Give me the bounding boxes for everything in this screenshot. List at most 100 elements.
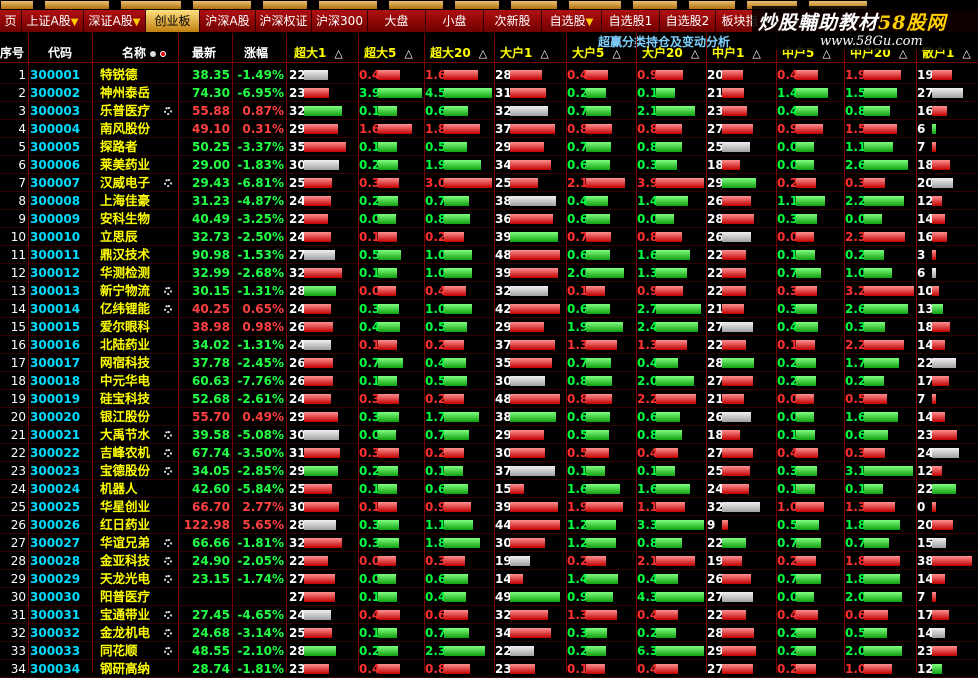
- gear-icon[interactable]: [164, 449, 172, 457]
- toolbar-button[interactable]: [568, 0, 622, 10]
- metric-bar: [586, 574, 618, 584]
- table-row[interactable]: 29300029天龙光电23.15-1.74%270.00.6141.40.42…: [0, 570, 978, 588]
- table-row[interactable]: 28300028金亚科技24.90-2.05%220.00.3190.22.11…: [0, 552, 978, 570]
- col-header-4[interactable]: 大户1△: [500, 43, 566, 63]
- sort-triangle-icon[interactable]: △: [334, 47, 342, 60]
- table-row[interactable]: 14300014亿纬锂能40.250.65%240.31.0420.62.721…: [0, 300, 978, 318]
- tab-4[interactable]: 创业板: [146, 10, 200, 32]
- sort-triangle-icon[interactable]: △: [404, 47, 412, 60]
- metric-bar: [722, 268, 746, 278]
- table-row[interactable]: 17300017网宿科技37.78-2.45%260.70.4350.70.42…: [0, 354, 978, 372]
- metric-cell-6: 2.0: [636, 372, 706, 390]
- table-row[interactable]: 4300004南风股份49.100.31%291.61.8370.80.8270…: [0, 120, 978, 138]
- col-header-5[interactable]: 大户5△: [572, 43, 636, 63]
- col-header-pct[interactable]: 涨幅: [244, 43, 284, 63]
- table-row[interactable]: 1300001特锐德38.35-1.49%220.41.6280.40.9200…: [0, 66, 978, 84]
- sort-triangle-icon[interactable]: △: [479, 47, 487, 60]
- table-row[interactable]: 20300020银江股份55.700.49%290.31.7380.60.626…: [0, 408, 978, 426]
- tab-5[interactable]: 沪深A股: [200, 10, 256, 32]
- dropdown-arrow-icon[interactable]: ▼: [586, 17, 594, 28]
- table-row[interactable]: 3300003乐普医疗55.880.87%320.10.6320.72.1230…: [0, 102, 978, 120]
- sort-triangle-icon[interactable]: △: [691, 47, 699, 60]
- tab-13[interactable]: 自选股2: [660, 10, 716, 32]
- col-header-6[interactable]: 大户20△: [642, 43, 706, 63]
- toolbar-button[interactable]: [192, 0, 252, 10]
- table-row[interactable]: 6300006莱美药业29.00-1.83%300.21.9340.60.318…: [0, 156, 978, 174]
- table-row[interactable]: 10300010立思辰32.73-2.50%240.10.2390.70.826…: [0, 228, 978, 246]
- table-row[interactable]: 18300018中元华电60.63-7.76%260.10.5300.82.02…: [0, 372, 978, 390]
- table-row[interactable]: 26300026红日药业122.985.65%280.31.1441.23.39…: [0, 516, 978, 534]
- table-row[interactable]: 30300030阳普医疗270.10.4490.94.3270.02.07: [0, 588, 978, 606]
- tab-8[interactable]: 大盘: [368, 10, 426, 32]
- col-header-1[interactable]: 超大1△: [294, 43, 358, 63]
- gear-icon[interactable]: [164, 467, 172, 475]
- tab-1[interactable]: 页: [0, 10, 22, 32]
- table-row[interactable]: 9300009安科生物40.49-3.25%220.00.8360.60.028…: [0, 210, 978, 228]
- sort-triangle-icon[interactable]: △: [612, 47, 620, 60]
- table-row[interactable]: 22300022吉峰农机67.74-3.50%310.30.2300.50.42…: [0, 444, 978, 462]
- table-row[interactable]: 8300008上海佳豪31.23-4.87%240.20.7380.41.426…: [0, 192, 978, 210]
- table-row[interactable]: 31300031宝通带业27.45-4.65%240.40.6321.30.42…: [0, 606, 978, 624]
- table-row[interactable]: 13300013新宁物流30.15-1.31%280.00.4320.10.92…: [0, 282, 978, 300]
- col-header-price[interactable]: 最新: [192, 43, 232, 63]
- col-header-code[interactable]: 代码: [48, 43, 88, 63]
- table-row[interactable]: 16300016北陆药业34.02-1.31%240.10.2371.31.32…: [0, 336, 978, 354]
- col-header-3[interactable]: 超大20△: [430, 43, 494, 63]
- table-row[interactable]: 15300015爱尔眼科38.980.98%260.40.5291.92.427…: [0, 318, 978, 336]
- table-row[interactable]: 27300027华谊兄弟66.66-1.81%320.31.8301.20.82…: [0, 534, 978, 552]
- tab-9[interactable]: 小盘: [426, 10, 484, 32]
- tab-2[interactable]: 上证A股▼: [22, 10, 84, 32]
- metric-cell-2: 0.3: [358, 516, 424, 534]
- tab-6[interactable]: 沪深权证: [256, 10, 312, 32]
- toolbar-button[interactable]: [454, 0, 500, 10]
- toolbar-button[interactable]: [0, 0, 34, 10]
- dropdown-arrow-icon[interactable]: ▼: [133, 17, 141, 28]
- table-row[interactable]: 19300019硅宝科技52.68-2.61%240.30.2480.82.22…: [0, 390, 978, 408]
- toolbar-button[interactable]: [510, 0, 558, 10]
- toolbar-button[interactable]: [688, 0, 736, 10]
- toolbar-button[interactable]: [262, 0, 308, 10]
- table-row[interactable]: 12300012华测检测32.99-2.68%320.11.0392.01.32…: [0, 264, 978, 282]
- gear-icon[interactable]: [164, 629, 172, 637]
- tab-3[interactable]: 深证A股▼: [84, 10, 146, 32]
- table-row[interactable]: 33300033同花顺48.55-2.10%280.22.3220.26.329…: [0, 642, 978, 660]
- table-row[interactable]: 5300005探路者50.25-3.37%350.10.5290.70.8250…: [0, 138, 978, 156]
- gear-icon[interactable]: [164, 557, 172, 565]
- toolbar-button[interactable]: [388, 0, 444, 10]
- gear-icon[interactable]: [164, 287, 172, 295]
- gear-icon[interactable]: [164, 575, 172, 583]
- metric-cell-8: 0.7: [776, 534, 844, 552]
- table-row[interactable]: 11300011鼎汉技术90.98-1.53%270.51.0480.61.62…: [0, 246, 978, 264]
- table-row[interactable]: 24300024机器人42.60-5.84%250.10.6151.61.624…: [0, 480, 978, 498]
- table-row[interactable]: 25300025华星创业66.702.77%300.10.9391.91.132…: [0, 498, 978, 516]
- gear-icon[interactable]: [164, 179, 172, 187]
- gear-icon[interactable]: [164, 539, 172, 547]
- table-row[interactable]: 34300034钢研高纳28.74-1.81%230.40.8230.10.42…: [0, 660, 978, 678]
- gear-icon[interactable]: [164, 305, 172, 313]
- stock-code: 300030: [30, 588, 90, 606]
- metric-cell-10: 20: [916, 174, 978, 192]
- tab-11[interactable]: 自选股▼: [542, 10, 602, 32]
- toolbar-button[interactable]: [632, 0, 678, 10]
- gear-icon[interactable]: [164, 647, 172, 655]
- table-row[interactable]: 32300032金龙机电24.68-3.14%250.10.7340.30.22…: [0, 624, 978, 642]
- col-header-seq[interactable]: 序号: [0, 43, 28, 63]
- col-header-name[interactable]: 名称: [122, 43, 184, 63]
- gear-icon[interactable]: [164, 107, 172, 115]
- tab-10[interactable]: 次新股: [484, 10, 542, 32]
- toolbar-button[interactable]: [318, 0, 378, 10]
- col-header-2[interactable]: 超大5△: [364, 43, 424, 63]
- table-row[interactable]: 2300002神州泰岳74.30-6.95%233.94.5310.20.121…: [0, 84, 978, 102]
- dropdown-arrow-icon[interactable]: ▼: [71, 17, 79, 28]
- tab-7[interactable]: 沪深300: [312, 10, 368, 32]
- table-row[interactable]: 23300023宝德股份34.05-2.85%290.20.1370.10.12…: [0, 462, 978, 480]
- gear-icon[interactable]: [164, 611, 172, 619]
- table-row[interactable]: 7300007汉威电子29.43-6.81%250.33.0252.13.929…: [0, 174, 978, 192]
- sort-triangle-icon[interactable]: △: [540, 47, 548, 60]
- toolbar-button[interactable]: [44, 0, 110, 10]
- metric-cell-3: 1.6: [424, 66, 494, 84]
- table-row[interactable]: 21300021大禹节水39.58-5.08%300.00.7290.50.81…: [0, 426, 978, 444]
- gear-icon[interactable]: [164, 431, 172, 439]
- toolbar-button[interactable]: [120, 0, 182, 10]
- tab-12[interactable]: 自选股1: [602, 10, 660, 32]
